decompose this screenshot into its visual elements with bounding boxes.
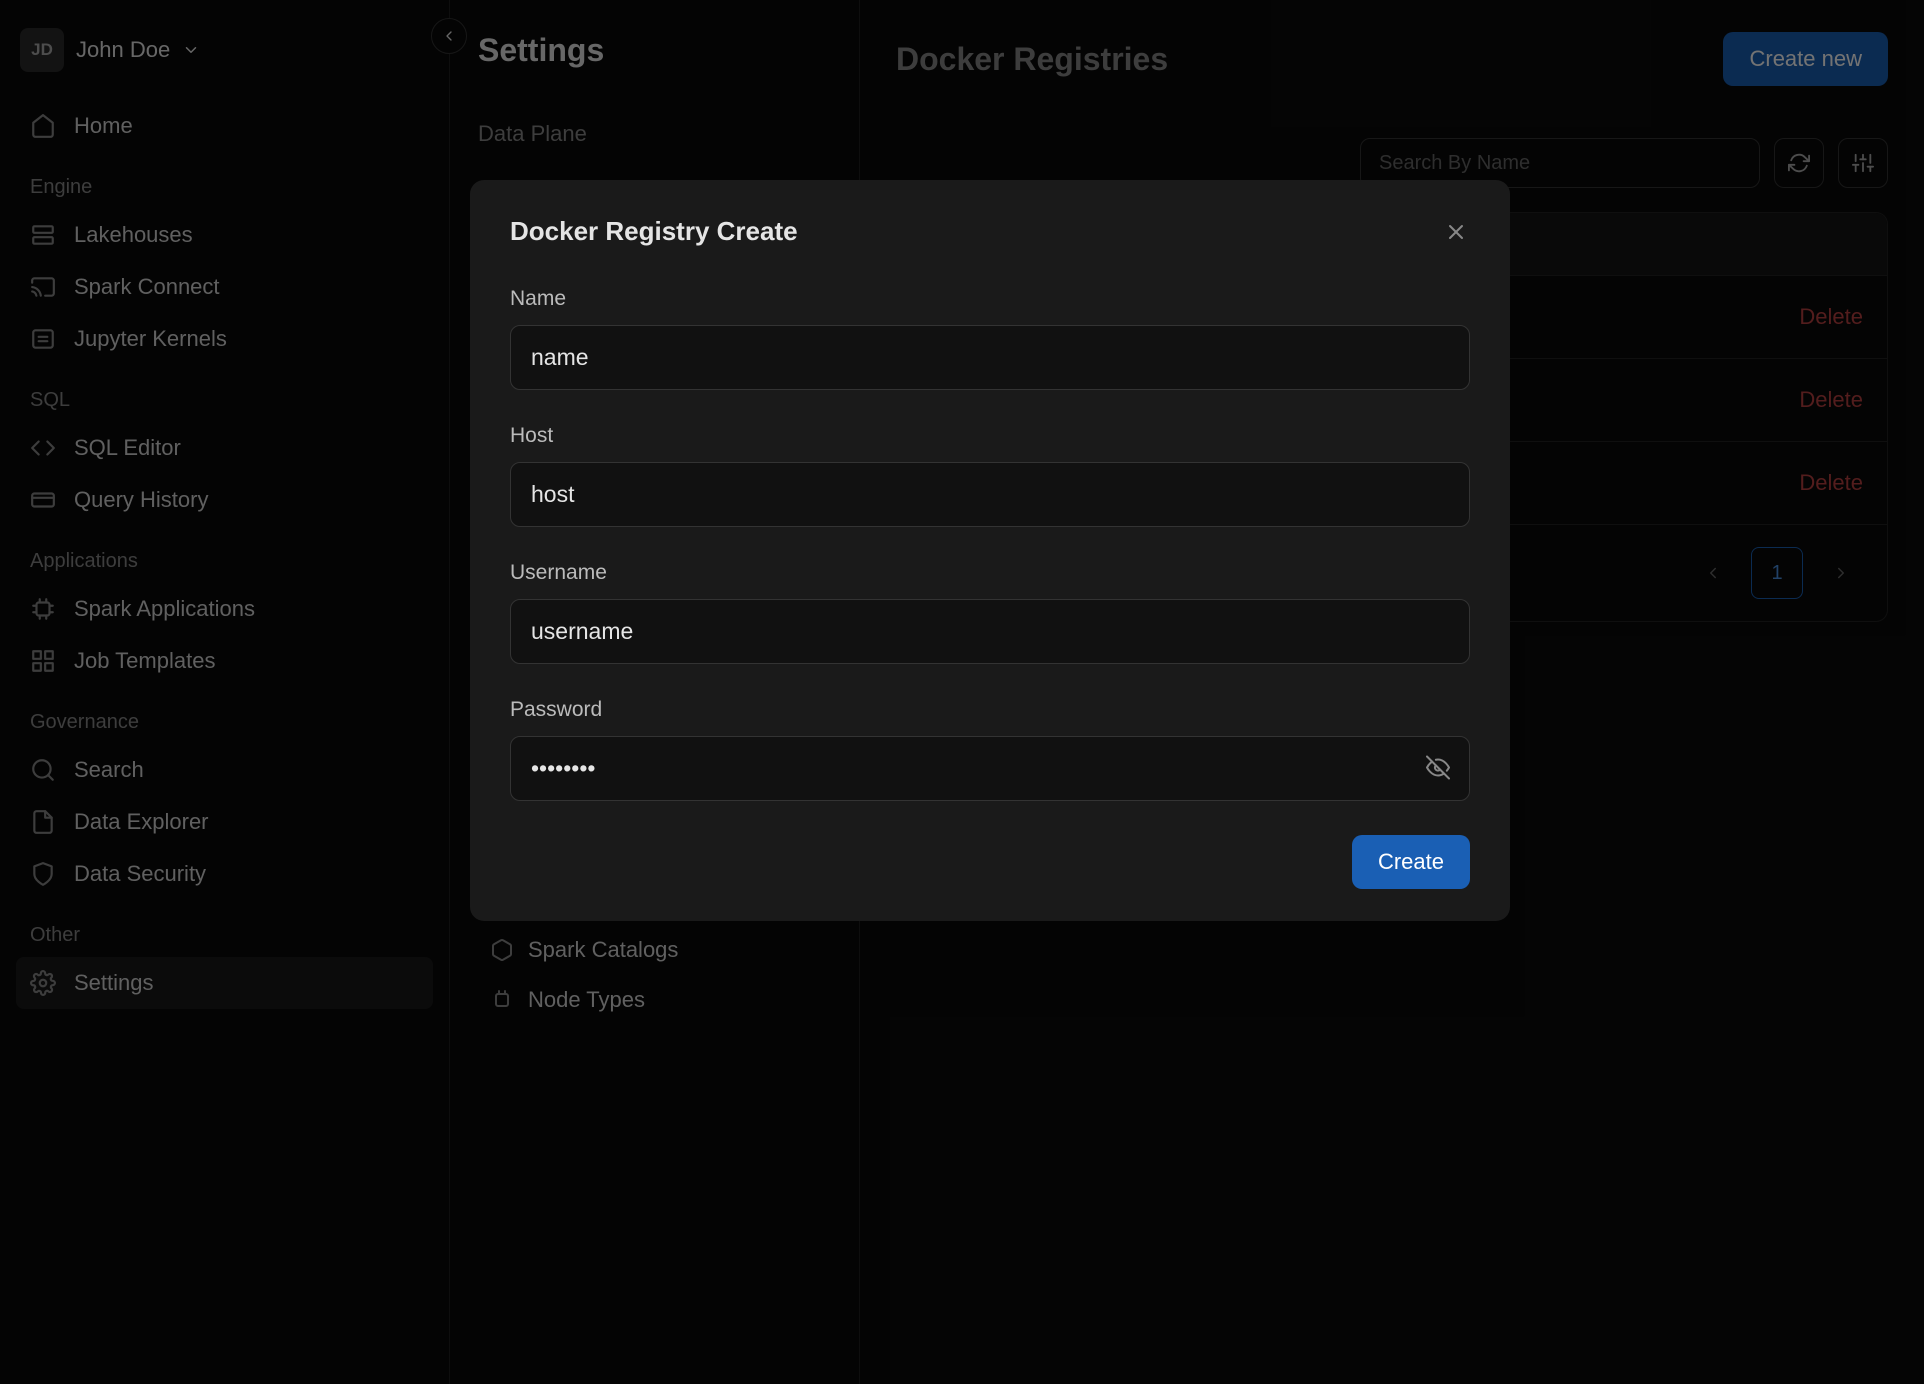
eye-off-icon [1426,755,1450,779]
username-field[interactable] [510,599,1470,664]
create-registry-modal: Docker Registry Create Name Host Usernam… [470,180,1510,921]
password-label: Password [510,698,1470,722]
host-label: Host [510,424,1470,448]
close-button[interactable] [1442,218,1470,246]
close-icon [1444,220,1468,244]
create-button[interactable]: Create [1352,835,1470,889]
username-label: Username [510,561,1470,585]
name-field[interactable] [510,325,1470,390]
host-field[interactable] [510,462,1470,527]
password-field[interactable] [510,736,1470,801]
name-label: Name [510,287,1470,311]
modal-title: Docker Registry Create [510,216,798,247]
toggle-password-button[interactable] [1426,755,1450,782]
